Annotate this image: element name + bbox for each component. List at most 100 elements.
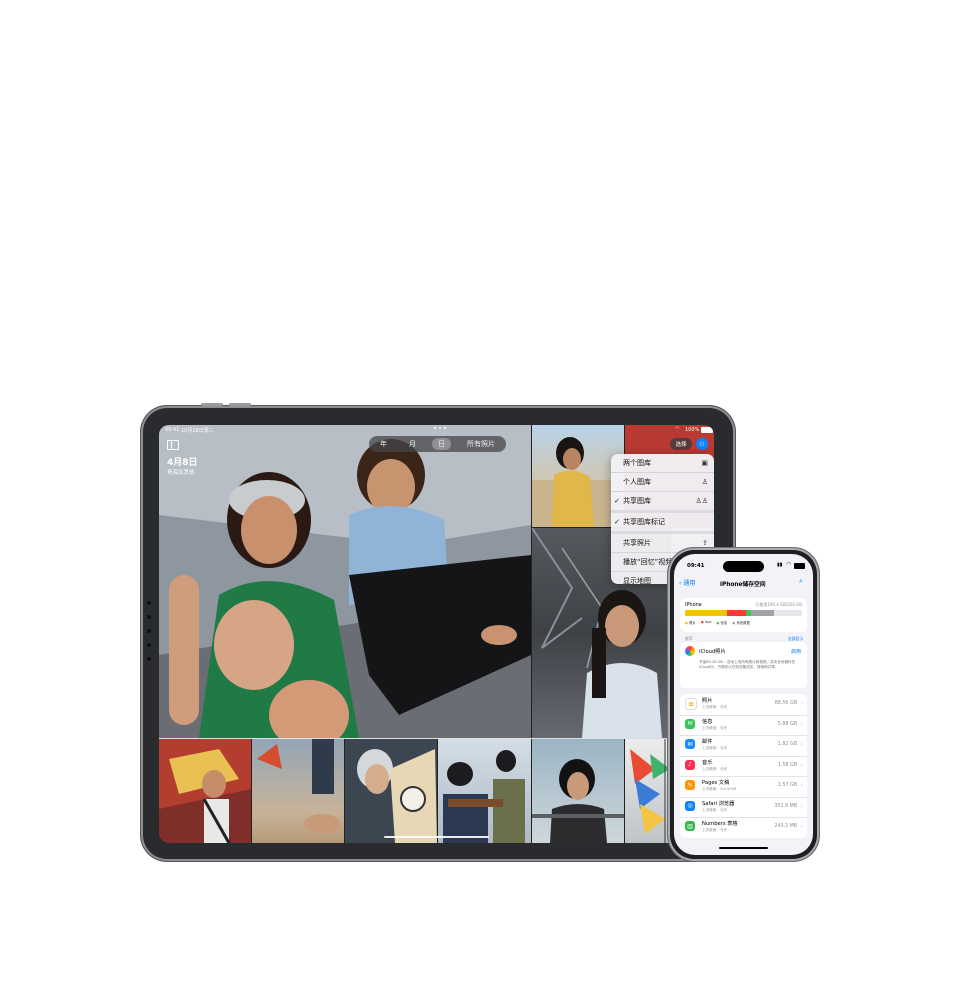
storage-usage-text: 已使用194.4 GB/256 GB: [755, 602, 802, 607]
main-photo[interactable]: [159, 425, 531, 738]
list-item[interactable]: ✉ 邮件 上次使用：今天 1.82 GB ›: [680, 735, 807, 757]
ipad-screen: 09:41 10月18日周二 ◠ 100% 4月8日 青海及其他 年 月 日 所…: [159, 425, 714, 843]
photo-strip-2-art: [257, 739, 340, 834]
menu-item-both-libraries[interactable]: 两个图库 ▣: [611, 454, 714, 473]
music-app-icon: ♪: [685, 759, 695, 770]
storage-bar-apps: [727, 610, 746, 616]
menu-item-label: 共享图库: [623, 497, 651, 505]
storage-bar: [685, 610, 802, 616]
photos-stack-icon: ▣: [701, 459, 708, 467]
share-icon: ⇪: [702, 539, 708, 547]
iphone-screen: 09:41 ▮▮ ◠ ‹ 通用 iPhone储存空间 ⌕ iPhone 已使用1…: [674, 554, 813, 855]
app-size: 5.88 GB: [777, 721, 797, 727]
search-icon[interactable]: ⌕: [799, 577, 803, 586]
app-storage-list: ✿ 照片 上次使用：今天 88.56 GB › ✉ 信息 上次使用：今天 5.8…: [680, 694, 807, 838]
enable-button[interactable]: 启用: [791, 648, 801, 655]
menu-item-label: 个人图库: [623, 478, 651, 486]
sidebar-toggle-icon[interactable]: [167, 440, 179, 450]
menu-item-shared-library[interactable]: ✓ 共享图库 ♙♙: [611, 492, 714, 513]
menu-item-label: 共享照片: [623, 539, 651, 547]
photo-strip-3[interactable]: [345, 739, 437, 843]
chevron-left-icon: ‹: [679, 580, 682, 587]
photo-strip-5-art: [532, 759, 624, 843]
chevron-right-icon: ›: [800, 782, 803, 789]
safari-app-icon: ◎: [685, 800, 695, 811]
app-size: 88.56 GB: [774, 701, 797, 706]
dynamic-island: [723, 561, 764, 572]
menu-item-personal-library[interactable]: 个人图库 ♙: [611, 473, 714, 492]
ipad-status-date: 10月18日周二: [181, 428, 214, 434]
battery-icon: [794, 563, 805, 569]
back-label: 通用: [683, 580, 696, 587]
ipad-volume-button-2: [229, 403, 251, 406]
legend-item-photos: ● 照片: [685, 621, 696, 625]
ipad-status-battery: 100%: [685, 427, 700, 433]
list-item[interactable]: ♪ 音乐 上次使用：今天 1.58 GB ›: [680, 756, 807, 777]
photo-strip-5[interactable]: [532, 739, 624, 843]
battery-icon: [701, 427, 713, 433]
ipad-home-indicator: [384, 836, 489, 838]
segment-day[interactable]: 日: [432, 438, 451, 450]
library-filter-icon[interactable]: ⚇: [696, 438, 708, 450]
wifi-icon: ◠: [675, 426, 680, 432]
mail-app-icon: ✉: [685, 739, 695, 749]
photo-strip-4[interactable]: [438, 739, 531, 843]
legend-item-messages: ● 信息: [716, 621, 728, 625]
storage-bar-system: [750, 610, 774, 616]
app-last-used: 上次使用：今天: [702, 766, 728, 771]
photo-strip-2[interactable]: [252, 739, 344, 843]
app-last-used: 上次使用：今天: [702, 828, 728, 832]
menu-item-shared-library-badge[interactable]: ✓ 共享图库标记: [611, 513, 714, 534]
legend-item-apps: ● App: [700, 620, 712, 624]
legend-item-system: ● 系统数据: [732, 621, 750, 625]
photo-strip-1[interactable]: [159, 739, 251, 843]
storage-card: iPhone 已使用194.4 GB/256 GB ● 照片 ● App ● 信…: [680, 598, 807, 632]
app-size: 243.2 MB: [774, 824, 797, 829]
list-item[interactable]: ✉ 信息 上次使用：今天 5.88 GB ›: [680, 715, 807, 736]
icloud-recommend-card: iCloud照片 启用 节省85.28 GB – 自动上传所有照片和视频，并安全…: [680, 642, 807, 688]
menu-item-label: 共享图库标记: [623, 518, 665, 526]
menu-item-label: 播放“回忆”视频: [623, 558, 673, 566]
app-name: Safari 浏览器: [702, 800, 735, 807]
app-size: 1.58 GB: [777, 762, 797, 768]
people-icon: ♙♙: [695, 497, 708, 505]
grid-divider: [159, 738, 714, 739]
messages-app-icon: ✉: [685, 718, 695, 729]
storage-legend: ● 照片 ● App ● 信息 ● 系统数据: [685, 620, 750, 625]
storage-bar-photos: [685, 610, 728, 616]
icloud-title: iCloud照片: [699, 649, 726, 655]
chevron-right-icon: ›: [800, 823, 803, 830]
list-item[interactable]: ◎ Safari 浏览器 上次使用：今天 352.9 MB ›: [680, 797, 807, 818]
app-last-used: 上次使用：2023/9/8: [702, 787, 737, 791]
photo-location: 青海及其他: [167, 470, 195, 476]
photo-strip-3-art: [357, 749, 437, 843]
chevron-right-icon: ›: [800, 720, 803, 728]
chevron-right-icon: ›: [800, 802, 803, 810]
view-segmented-control: 年 月 日 所有照片: [369, 436, 506, 452]
main-photo-art: [159, 425, 531, 738]
app-name: Numbers 表格: [702, 821, 738, 827]
segment-all-photos[interactable]: 所有照片: [461, 438, 501, 450]
checkmark-icon: ✓: [614, 518, 620, 526]
multitask-dots-icon[interactable]: [434, 427, 446, 429]
checkmark-icon: ✓: [614, 497, 620, 505]
photo-strip-1-art: [159, 739, 251, 843]
app-last-used: 上次使用：今天: [702, 807, 728, 812]
list-item[interactable]: ✿ 照片 上次使用：今天 88.56 GB ›: [680, 694, 807, 716]
icloud-photos-icon: [685, 646, 695, 656]
chevron-right-icon: ›: [800, 741, 803, 748]
segment-year[interactable]: 年: [374, 438, 393, 450]
list-item[interactable]: ✎ Pages 文稿 上次使用：2023/9/8 1.57 GB ›: [680, 776, 807, 798]
device-label: iPhone: [685, 602, 702, 608]
chevron-right-icon: ›: [800, 700, 803, 707]
segment-month[interactable]: 月: [403, 438, 422, 450]
wifi-icon: ◠: [786, 561, 792, 568]
pages-app-icon: ✎: [685, 780, 695, 790]
app-last-used: 上次使用：今天: [702, 746, 728, 750]
list-item[interactable]: ▥ Numbers 表格 上次使用：今天 243.2 MB ›: [680, 817, 807, 838]
select-button[interactable]: 选择: [670, 438, 692, 450]
back-button[interactable]: ‹ 通用: [679, 578, 695, 587]
menu-item-label: 两个图库: [623, 459, 651, 467]
numbers-app-icon: ▥: [685, 821, 695, 831]
app-name: 邮件: [702, 739, 713, 745]
